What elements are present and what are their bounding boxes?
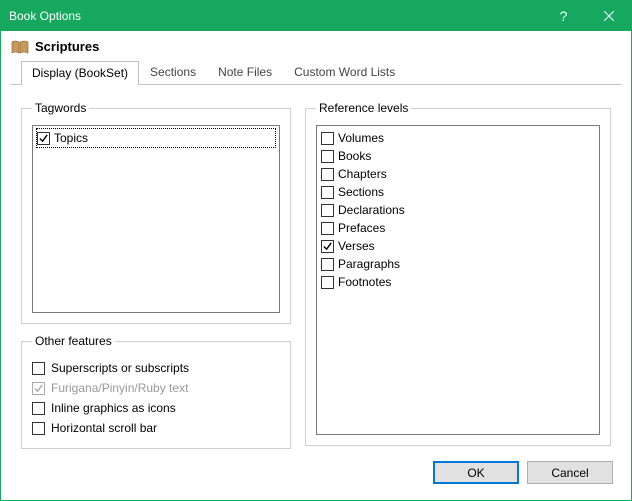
checkbox-icon[interactable] bbox=[32, 402, 45, 415]
group-tagwords: Tagwords Topics bbox=[21, 101, 291, 324]
tab-bar: Display (BookSet) Sections Note Files Cu… bbox=[11, 60, 621, 85]
checkbox-icon[interactable] bbox=[321, 168, 334, 181]
other-horizontal-scroll[interactable]: Horizontal scroll bar bbox=[32, 418, 280, 438]
ref-label: Chapters bbox=[338, 167, 387, 181]
tab-custom-word-lists[interactable]: Custom Word Lists bbox=[283, 60, 406, 84]
cancel-button[interactable]: Cancel bbox=[527, 461, 613, 484]
ref-prefaces[interactable]: Prefaces bbox=[321, 219, 595, 237]
book-icon bbox=[11, 40, 29, 54]
ref-label: Footnotes bbox=[338, 275, 391, 289]
left-column: Tagwords Topics Other features Superscri… bbox=[21, 101, 291, 449]
checkbox-icon bbox=[32, 382, 45, 395]
checkbox-icon[interactable] bbox=[321, 222, 334, 235]
ref-sections[interactable]: Sections bbox=[321, 183, 595, 201]
checkbox-icon[interactable] bbox=[321, 204, 334, 217]
close-button[interactable] bbox=[586, 1, 631, 31]
group-tagwords-legend: Tagwords bbox=[32, 101, 89, 115]
checkbox-icon[interactable] bbox=[321, 276, 334, 289]
tagwords-item-label: Topics bbox=[54, 131, 88, 145]
ref-books[interactable]: Books bbox=[321, 147, 595, 165]
other-superscripts[interactable]: Superscripts or subscripts bbox=[32, 358, 280, 378]
dialog-footer: OK Cancel bbox=[1, 455, 631, 496]
checkbox-icon[interactable] bbox=[321, 132, 334, 145]
ref-label: Declarations bbox=[338, 203, 405, 217]
other-furigana: Furigana/Pinyin/Ruby text bbox=[32, 378, 280, 398]
other-label: Horizontal scroll bar bbox=[51, 421, 157, 435]
reference-levels-listbox[interactable]: Volumes Books Chapters Sections Declarat… bbox=[316, 125, 600, 435]
ref-label: Paragraphs bbox=[338, 257, 400, 271]
content: Tagwords Topics Other features Superscri… bbox=[1, 85, 631, 455]
ok-button[interactable]: OK bbox=[433, 461, 519, 484]
tagwords-item-topics[interactable]: Topics bbox=[37, 129, 275, 147]
ref-label: Volumes bbox=[338, 131, 384, 145]
ref-label: Prefaces bbox=[338, 221, 385, 235]
ref-verses[interactable]: Verses bbox=[321, 237, 595, 255]
subheader: Scriptures bbox=[1, 31, 631, 60]
tagwords-listbox[interactable]: Topics bbox=[32, 125, 280, 313]
checkbox-icon[interactable] bbox=[321, 258, 334, 271]
other-label: Furigana/Pinyin/Ruby text bbox=[51, 381, 188, 395]
close-icon bbox=[604, 11, 614, 21]
other-label: Inline graphics as icons bbox=[51, 401, 176, 415]
ref-chapters[interactable]: Chapters bbox=[321, 165, 595, 183]
checkbox-icon[interactable] bbox=[37, 132, 50, 145]
right-column: Reference levels Volumes Books Chapters … bbox=[305, 101, 611, 449]
ref-label: Books bbox=[338, 149, 371, 163]
other-label: Superscripts or subscripts bbox=[51, 361, 189, 375]
ref-footnotes[interactable]: Footnotes bbox=[321, 273, 595, 291]
help-icon: ? bbox=[560, 8, 568, 24]
tab-sections[interactable]: Sections bbox=[139, 60, 207, 84]
group-reference-levels: Reference levels Volumes Books Chapters … bbox=[305, 101, 611, 446]
window-title: Book Options bbox=[9, 9, 541, 23]
group-reference-legend: Reference levels bbox=[316, 101, 411, 115]
subheader-label: Scriptures bbox=[35, 39, 99, 54]
ref-declarations[interactable]: Declarations bbox=[321, 201, 595, 219]
checkbox-icon[interactable] bbox=[32, 362, 45, 375]
checkbox-icon[interactable] bbox=[321, 150, 334, 163]
checkbox-icon[interactable] bbox=[321, 186, 334, 199]
other-inline-graphics[interactable]: Inline graphics as icons bbox=[32, 398, 280, 418]
group-other-legend: Other features bbox=[32, 334, 115, 348]
ref-paragraphs[interactable]: Paragraphs bbox=[321, 255, 595, 273]
ref-volumes[interactable]: Volumes bbox=[321, 129, 595, 147]
titlebar: Book Options ? bbox=[1, 1, 631, 31]
tab-note-files[interactable]: Note Files bbox=[207, 60, 283, 84]
help-button[interactable]: ? bbox=[541, 1, 586, 31]
ref-label: Verses bbox=[338, 239, 375, 253]
tab-display-bookset[interactable]: Display (BookSet) bbox=[21, 61, 139, 85]
group-other-features: Other features Superscripts or subscript… bbox=[21, 334, 291, 449]
ref-label: Sections bbox=[338, 185, 384, 199]
checkbox-icon[interactable] bbox=[321, 240, 334, 253]
checkbox-icon[interactable] bbox=[32, 422, 45, 435]
